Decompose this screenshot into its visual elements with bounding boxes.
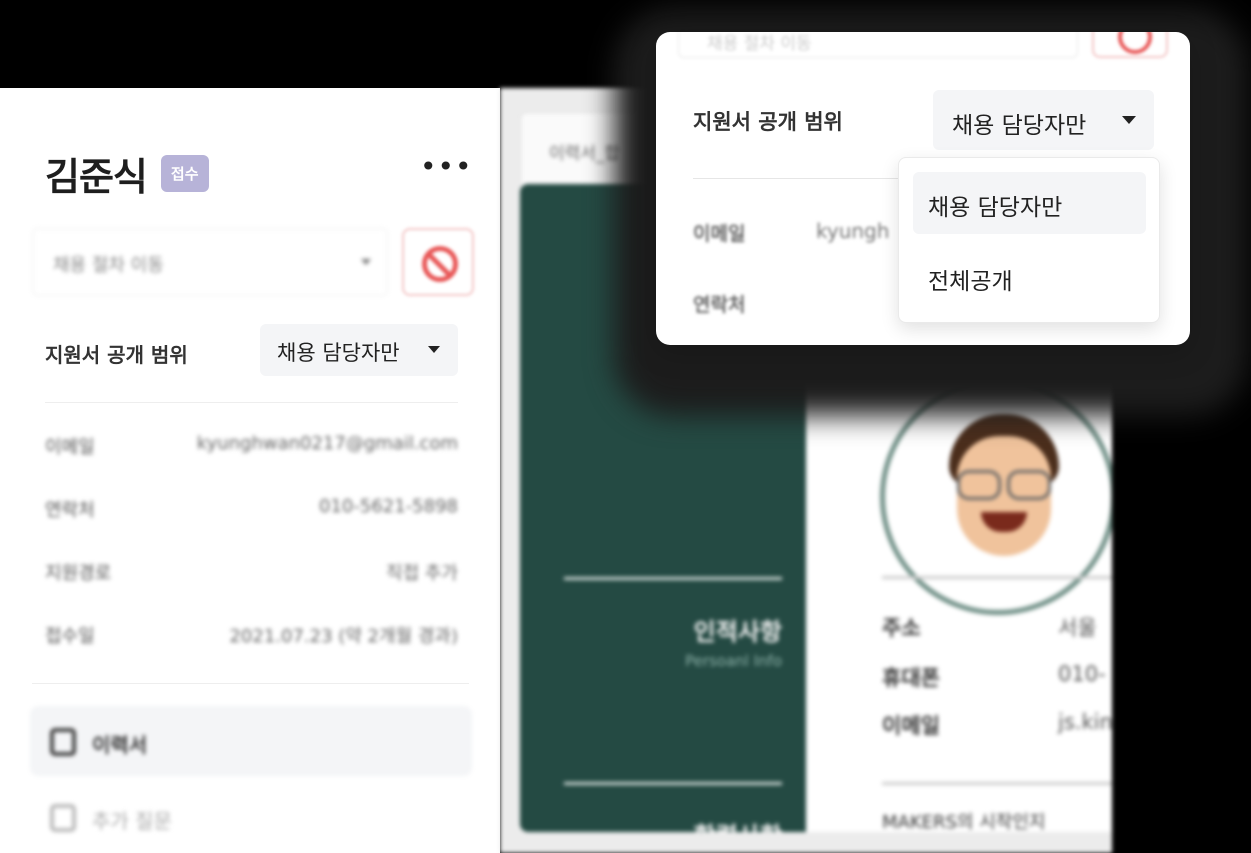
- dropdown-option-recruiters-only[interactable]: 채용 담당자만: [913, 172, 1146, 234]
- resume-tab-label: 이력서_합: [549, 144, 621, 164]
- sidebar-rule: [564, 782, 782, 785]
- stage-move-placeholder: 채용 절차 이동: [53, 255, 164, 276]
- caret-down-icon: [428, 346, 440, 353]
- resume-rule: [882, 576, 1112, 579]
- email-value: kyungh: [816, 219, 890, 243]
- dropdown-option-label: 전체공개: [928, 269, 1013, 295]
- applicant-panel: 김준식 접수 ••• 채용 절차 이동 지원서 공개 범위 채용 담당자만 이메…: [0, 88, 500, 853]
- info-row-phone: 연락처 010-5621-5898: [45, 496, 458, 559]
- visibility-value: 채용 담당자만: [277, 341, 400, 365]
- resume-field-key: 주소: [882, 616, 921, 640]
- info-value: 직접 추가: [386, 563, 458, 584]
- visibility-value: 채용 담당자만: [952, 113, 1087, 139]
- info-key: 접수일: [45, 626, 95, 647]
- info-row-received: 접수일 2021.07.23 (약 2개월 경과): [45, 622, 458, 685]
- menu-item-label: 추가 질문: [92, 809, 172, 833]
- visibility-label: 지원서 공개 범위: [45, 343, 188, 367]
- stage-move-select[interactable]: 채용 절차 이동: [32, 228, 388, 296]
- resume-field-value: js.kin: [1058, 710, 1112, 734]
- menu-item-extra-questions[interactable]: 추가 질문: [30, 782, 472, 852]
- info-value: 2021.07.23 (약 2개월 경과): [229, 626, 458, 647]
- divider: [32, 683, 469, 684]
- caret-down-icon: [1122, 116, 1136, 124]
- section-title-personal: 인적사항: [693, 618, 782, 646]
- menu-item-resume[interactable]: 이력서: [30, 706, 472, 776]
- sidebar-rule: [564, 577, 782, 580]
- phone-label: 연락처: [693, 294, 746, 316]
- more-options-button[interactable]: •••: [420, 150, 473, 183]
- visibility-select-open[interactable]: 채용 담당자만: [933, 90, 1154, 150]
- clipboard-icon: [50, 728, 76, 756]
- prohibited-icon: [422, 246, 458, 282]
- applicant-header: 김준식 접수: [45, 146, 209, 201]
- info-row-source: 지원경로 직접 추가: [45, 559, 458, 622]
- info-key: 지원경로: [45, 563, 112, 584]
- visibility-dropdown-menu: 채용 담당자만 전체공개: [898, 157, 1160, 323]
- block-applicant-button-cropped[interactable]: [1092, 32, 1168, 58]
- stage-move-placeholder: 채용 절차 이동: [707, 34, 812, 54]
- visibility-select[interactable]: 채용 담당자만: [260, 324, 458, 376]
- info-key: 이메일: [45, 437, 95, 458]
- status-badge: 접수: [160, 155, 209, 192]
- info-row-email: 이메일 kyunghwan0217@gmail.com: [45, 433, 458, 496]
- block-applicant-button[interactable]: [402, 228, 474, 296]
- section-subtitle-personal: Persoanl Info: [685, 652, 782, 670]
- info-value: 010-5621-5898: [319, 496, 458, 517]
- question-icon: [50, 804, 76, 832]
- section-title-education: 학력사항: [694, 816, 782, 832]
- email-label: 이메일: [693, 223, 746, 245]
- resume-footer-text: MAKERS의 시작인지: [882, 812, 1046, 832]
- resume-field-value: 010-: [1058, 662, 1106, 686]
- dropdown-option-public[interactable]: 전체공개: [913, 246, 1146, 308]
- resume-rule: [882, 782, 1112, 785]
- chevron-down-icon: [361, 259, 371, 265]
- visibility-label: 지원서 공개 범위: [693, 110, 843, 134]
- resume-field-key: 휴대폰: [882, 666, 940, 690]
- visibility-row: 지원서 공개 범위 채용 담당자만: [45, 324, 458, 376]
- divider: [693, 178, 923, 179]
- dropdown-option-label: 채용 담당자만: [928, 195, 1063, 221]
- resume-field-key: 이메일: [882, 714, 940, 738]
- glasses-icon: [951, 470, 1057, 500]
- info-key: 연락처: [45, 500, 95, 521]
- menu-item-label: 이력서: [92, 733, 148, 757]
- stage-move-select-cropped[interactable]: 채용 절차 이동: [678, 32, 1078, 58]
- info-value: kyunghwan0217@gmail.com: [196, 433, 458, 454]
- resume-field-value: 서울: [1058, 616, 1097, 640]
- applicant-info-list: 이메일 kyunghwan0217@gmail.com 연락처 010-5621…: [45, 433, 458, 685]
- applicant-name: 김준식: [45, 155, 148, 199]
- divider: [45, 402, 458, 403]
